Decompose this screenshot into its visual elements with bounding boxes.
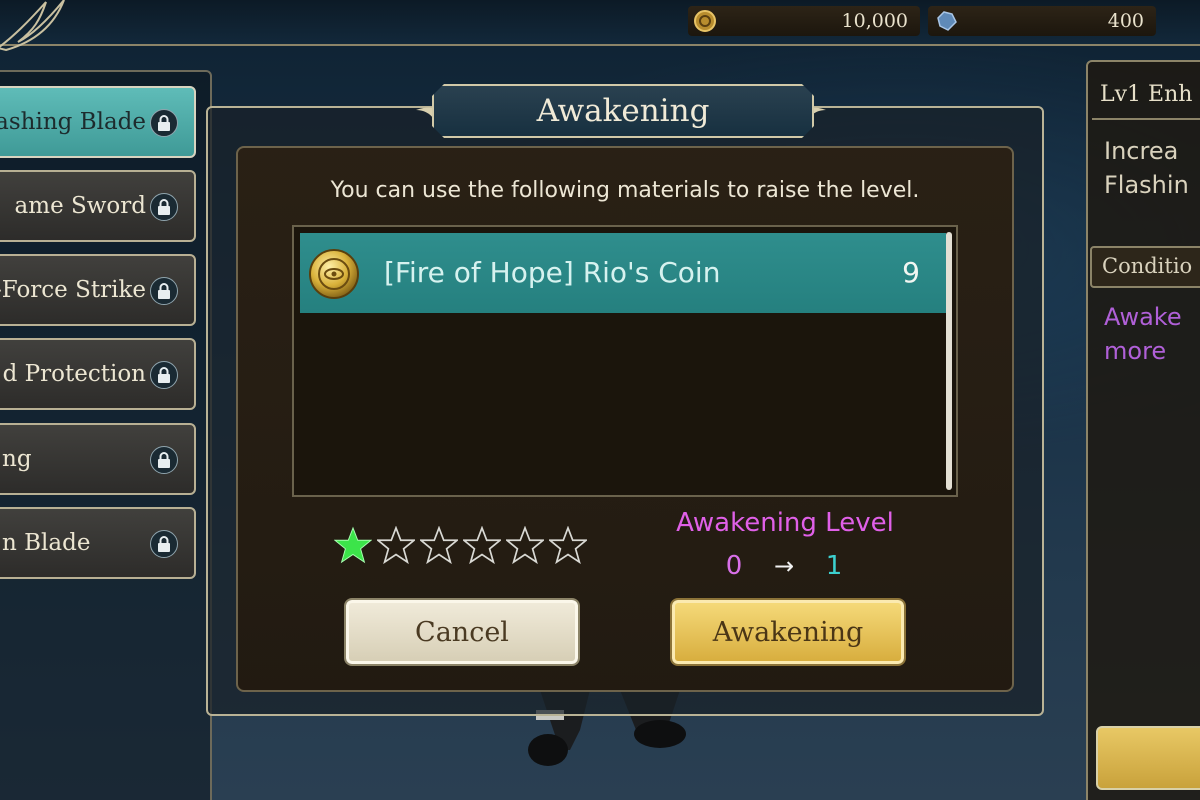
awakening-button[interactable]: Awakening xyxy=(672,600,904,664)
skill-item-flame-sword[interactable]: ame Sword xyxy=(0,170,196,242)
lock-icon xyxy=(150,530,178,558)
wing-ornament-icon xyxy=(0,0,65,52)
condition-text: Awake more xyxy=(1104,303,1182,365)
lock-icon xyxy=(150,277,178,305)
condition-header: Conditio xyxy=(1102,254,1193,278)
enhance-button[interactable] xyxy=(1096,726,1200,790)
skill-item-label: -Force Strike xyxy=(0,277,146,303)
top-bar: 10,000 400 xyxy=(0,0,1200,52)
lock-icon xyxy=(150,109,178,137)
lock-icon xyxy=(150,446,178,474)
star-empty-icon xyxy=(463,526,501,564)
skill-item-flashing-blade[interactable]: ashing Blade xyxy=(0,86,196,158)
gem-counter: 400 xyxy=(928,6,1156,36)
material-name: [Fire of Hope] Rio's Coin xyxy=(384,256,721,289)
gold-coin-icon xyxy=(694,10,716,32)
gem-amount: 400 xyxy=(1107,10,1144,32)
material-list-scrollbar[interactable] xyxy=(946,232,952,490)
gold-counter: 10,000 xyxy=(688,6,920,36)
cancel-button[interactable]: Cancel xyxy=(346,600,578,664)
star-empty-icon xyxy=(506,526,544,564)
level-to: 1 xyxy=(825,551,843,581)
gold-amount: 10,000 xyxy=(841,10,908,32)
awakening-level-label: Awakening Level xyxy=(676,508,894,538)
level-from: 0 xyxy=(725,551,743,581)
info-title-box: Lv1 Enh xyxy=(1092,68,1200,120)
lock-icon xyxy=(150,193,178,221)
arrow-right-icon: → xyxy=(773,552,795,580)
coin-icon xyxy=(309,249,359,299)
star-empty-icon xyxy=(420,526,458,564)
material-count: 9 xyxy=(902,256,920,289)
skill-item-5[interactable]: ng xyxy=(0,423,196,495)
skill-item-label: ashing Blade xyxy=(0,109,146,135)
instruction-text: You can use the following materials to r… xyxy=(330,178,920,203)
info-description: Increa Flashin xyxy=(1104,137,1189,199)
condition-header-box: Conditio xyxy=(1090,246,1200,288)
skill-info-panel: Lv1 Enh Increa Flashin Conditio Awake mo… xyxy=(1086,60,1200,800)
skill-item-soul-force-strike[interactable]: -Force Strike xyxy=(0,254,196,326)
awakening-stars xyxy=(334,526,587,566)
skill-item-label: n Blade xyxy=(2,530,91,556)
dialog-title: Awakening xyxy=(536,93,710,129)
skill-item-label: d Protection xyxy=(2,361,146,387)
lock-icon xyxy=(150,361,178,389)
star-filled-icon xyxy=(334,526,372,564)
skill-item-label: ng xyxy=(2,446,32,472)
skill-item-label: ame Sword xyxy=(14,193,146,219)
awakening-level-change: 0 → 1 xyxy=(714,548,854,584)
star-empty-icon xyxy=(377,526,415,564)
skill-item-6[interactable]: n Blade xyxy=(0,507,196,579)
crystal-icon xyxy=(937,11,957,31)
skill-item-sword-protection[interactable]: d Protection xyxy=(0,338,196,410)
star-empty-icon xyxy=(549,526,587,564)
info-title: Lv1 Enh xyxy=(1100,82,1193,107)
